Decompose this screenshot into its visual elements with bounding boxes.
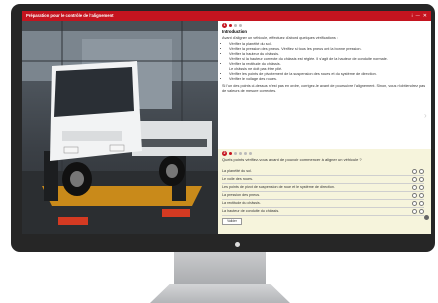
check-icon[interactable] xyxy=(412,201,417,206)
section2-header: 2 xyxy=(218,149,431,156)
instructions-panel: 1 Introduction Avant d'aligner un véhicu… xyxy=(218,21,431,234)
close-icon[interactable]: ✕ xyxy=(423,11,427,21)
answer-label: La rectitude du châssis. xyxy=(222,201,261,205)
monitor-stand-neck xyxy=(174,252,266,286)
answer-label: La pression des pneus. xyxy=(222,193,261,197)
progress-dot[interactable] xyxy=(239,24,242,27)
answer-option[interactable]: La pression des pneus. xyxy=(222,192,424,200)
answer-option[interactable]: La planéité du sol. xyxy=(222,168,424,176)
truck-illustration xyxy=(22,21,218,234)
question-text: Quels points vérifiez-vous avant de pouv… xyxy=(222,157,362,162)
check-icon[interactable] xyxy=(412,209,417,214)
answer-label: Les points de pivot de suspension de rou… xyxy=(222,185,335,189)
cross-icon[interactable] xyxy=(419,193,424,198)
info-icon[interactable]: i xyxy=(412,11,413,21)
progress-dot[interactable] xyxy=(229,152,232,155)
answer-label: La hauteur de conduite du châssis. xyxy=(222,209,280,213)
section1-header: 1 xyxy=(222,23,427,28)
check-icon[interactable] xyxy=(412,169,417,174)
power-indicator xyxy=(235,242,240,247)
answer-option[interactable]: Le voile des roues. xyxy=(222,176,424,184)
checklist: Vérifier la planéité du sol. Vérifier la… xyxy=(222,42,427,82)
cross-icon[interactable] xyxy=(419,185,424,190)
progress-dot[interactable] xyxy=(234,24,237,27)
section1-number: 1 xyxy=(222,23,227,28)
progress-dot[interactable] xyxy=(229,24,232,27)
cross-icon[interactable] xyxy=(419,177,424,182)
screen: Préparation pour le contrôle de l'aligne… xyxy=(22,11,431,234)
monitor-stand-base xyxy=(150,284,290,303)
answer-option[interactable]: Les points de pivot de suspension de rou… xyxy=(222,184,424,192)
title-bar: Préparation pour le contrôle de l'aligne… xyxy=(22,11,431,21)
progress-dot[interactable] xyxy=(249,152,252,155)
cross-icon[interactable] xyxy=(419,169,424,174)
section1-outro: Si l'un des points ci-dessus n'est pas e… xyxy=(222,84,426,94)
truck-3d-view[interactable] xyxy=(22,21,218,234)
section1-title: Introduction xyxy=(222,29,248,34)
validate-button[interactable]: Valider xyxy=(222,218,242,225)
window-title: Préparation pour le contrôle de l'aligne… xyxy=(26,13,114,18)
minimize-icon[interactable]: — xyxy=(416,11,420,21)
check-icon[interactable] xyxy=(412,185,417,190)
progress-dot[interactable] xyxy=(239,152,242,155)
progress-dot[interactable] xyxy=(244,152,247,155)
check-icon[interactable] xyxy=(412,193,417,198)
question-box: 2 Quels points vérifiez-vous avant de po… xyxy=(218,149,431,234)
check-icon[interactable] xyxy=(412,177,417,182)
checklist-item: Vérifier le voilage des roues. xyxy=(229,77,427,82)
chevron-right-icon[interactable]: › xyxy=(424,111,430,125)
scroll-down-icon[interactable] xyxy=(424,215,429,220)
cross-icon[interactable] xyxy=(419,209,424,214)
answer-label: La planéité du sol. xyxy=(222,169,252,173)
cross-icon[interactable] xyxy=(419,201,424,206)
progress-dot[interactable] xyxy=(234,152,237,155)
answer-label: Le voile des roues. xyxy=(222,177,253,181)
answer-option[interactable]: La rectitude du châssis. xyxy=(222,200,424,208)
section1-intro: Avant d'aligner un véhicule, effectuez d… xyxy=(222,36,338,40)
answer-option[interactable]: La hauteur de conduite du châssis. xyxy=(222,208,424,216)
section2-number: 2 xyxy=(222,151,227,156)
